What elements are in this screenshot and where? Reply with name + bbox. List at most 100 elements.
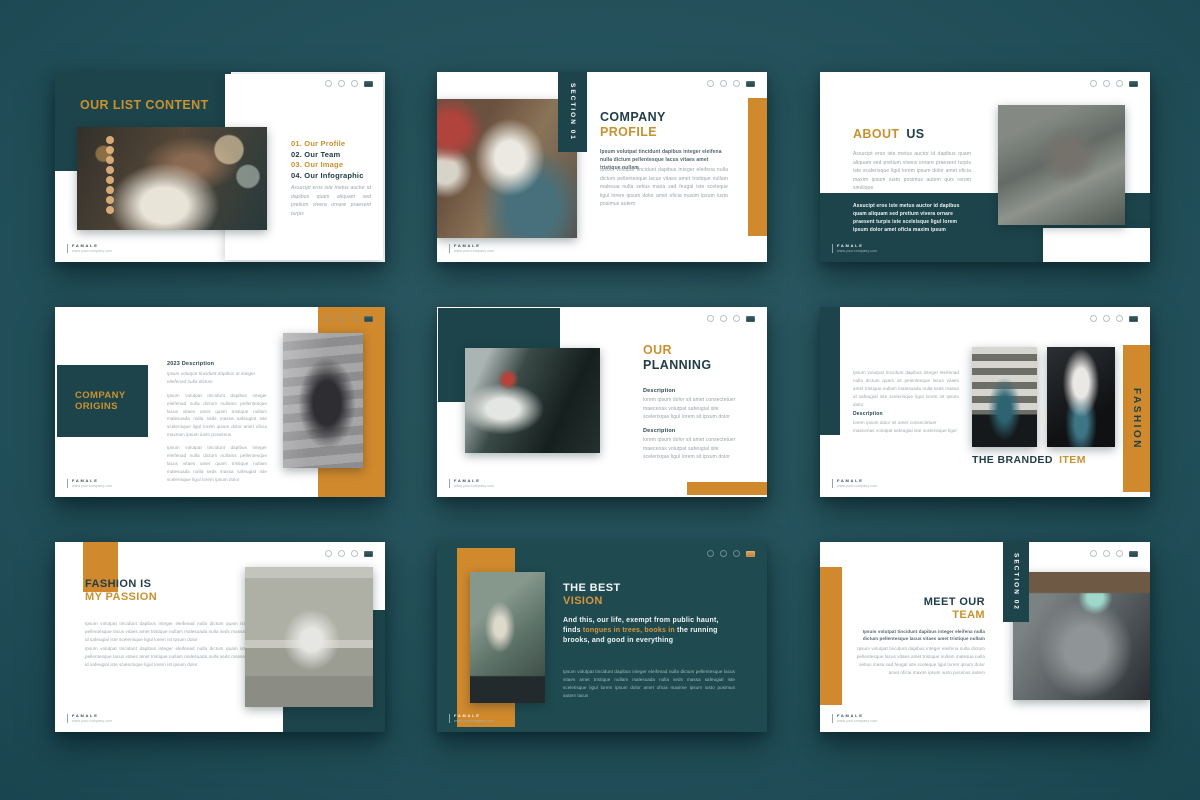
paragraph-2: Ipsum volutpat tincidunt dapibus integer… [85,645,245,669]
slide-title: MEET OUR TEAM [855,596,985,622]
brand-website: www.yourcompany.com [454,720,495,724]
brand-name: FAMALE [72,479,113,483]
slide-company-profile[interactable]: SECTION 01 COMPANY PROFILE Ipsum volutpa… [437,72,767,262]
quote-text: And this, our life, exempt from public h… [563,616,723,646]
dot [106,196,114,204]
content-list: 01. Our Profile 02. Our Team 03. Our Ima… [291,140,379,183]
orange-edge-bar [820,567,842,705]
social-icon-3 [733,550,740,557]
title-line-1: FASHION IS [85,578,157,591]
brand-website: www.yourcompany.com [837,250,878,254]
dot [106,146,114,154]
dot [106,166,114,174]
description-text-1: lorem ipsum dolor sit amet consectetuer … [643,396,743,422]
paragraph-1: Ipsum volutpat tincidunt dapibus integer… [167,392,267,439]
list-item-team: 02. Our Team [291,151,379,159]
brand-name: FAMALE [72,244,113,248]
brand-logo: FAMALE www.yourcompany.com [832,244,878,253]
social-icon-2 [720,550,727,557]
social-icon-1 [707,315,714,322]
title-line-2: TEAM [855,609,985,622]
body-text: Ipsum volutpat tincidunt dapibus integer… [600,166,728,209]
social-icon-3 [1116,80,1123,87]
photo-chip-icon [364,551,373,557]
note-italic: ipsum volutpat tincidunt dapibus at inte… [167,370,267,386]
brand-website: www.yourcompany.com [454,485,495,489]
social-icon-1 [325,80,332,87]
list-item-image: 03. Our Image [291,161,379,169]
photo-chip-icon [1129,551,1138,557]
title-line-1: MEET OUR [855,596,985,609]
body-text: Ipsum volutpat tincidunt dapibus integer… [853,369,959,408]
title-part-2: US [906,127,924,141]
slide-our-list-content[interactable]: OUR LIST CONTENT 01. Our Profile 02. Our… [55,72,385,262]
title-line-1: COMPANY [75,390,148,401]
slide-best-vision[interactable]: THE BEST VISION And this, our life, exem… [437,542,767,732]
social-icon-3 [351,80,358,87]
photo-woman-on-couch [437,99,577,238]
fashion-vertical-label: FASHION [1131,388,1142,450]
brand-logo: FAMALE www.yourcompany.com [832,479,878,488]
brand-website: www.yourcompany.com [454,250,495,254]
social-icons [1090,315,1138,322]
fashion-bar: FASHION [1123,345,1150,492]
social-icons [707,550,755,557]
title-line-1: OUR [643,343,711,358]
dot [106,156,114,164]
title-line-1: COMPANY [600,110,666,125]
brand-website: www.yourcompany.com [72,485,113,489]
highlight-text: Assucipt eros iste metus auctor id dapib… [853,202,971,234]
social-icons [325,550,373,557]
lead-text: Ipsum volutpat tincidunt dapibus integer… [855,628,985,642]
brand-logo: FAMALE www.yourcompany.com [449,244,495,253]
social-icon-2 [720,80,727,87]
year-label: 2023 Description [167,361,267,367]
title-part-2: ITEM [1059,454,1086,466]
title-panel: COMPANY ORIGINS [57,365,148,437]
social-icon-2 [1103,550,1110,557]
brand-logo: FAMALE www.yourcompany.com [449,479,495,488]
slide-fashion-passion[interactable]: FASHION IS MY PASSION Ipsum volutpat tin… [55,542,385,732]
description-label-1: Description [643,388,675,394]
photo-woman-car-seats [1013,572,1150,700]
section-bar: SECTION 02 [1003,542,1029,622]
brand-name: FAMALE [454,714,495,718]
note-text: Assucipt eros iste metus auctor id dapib… [291,184,371,218]
brand-name: FAMALE [837,479,878,483]
brand-logo: FAMALE www.yourcompany.com [449,714,495,723]
social-icon-3 [1116,315,1123,322]
body-text: Ipsum volutpat tincidunt dapibus integer… [855,645,985,677]
title-line-2: ORIGINS [75,401,148,412]
brand-website: www.yourcompany.com [837,485,878,489]
slide-company-origins[interactable]: COMPANY ORIGINS 2023 Description ipsum v… [55,307,385,497]
title-line-2: PROFILE [600,125,666,140]
social-icon-3 [351,315,358,322]
photo-chip-icon [746,316,755,322]
photo-model-ruffle-top [1047,347,1115,447]
section-label: SECTION 02 [1013,553,1020,611]
social-icon-2 [1103,80,1110,87]
photo-white-suit-city [245,567,373,707]
social-icons [325,315,373,322]
slide-meet-our-team[interactable]: SECTION 02 MEET OUR TEAM Ipsum volutpat … [820,542,1150,732]
brand-logo: FAMALE www.yourcompany.com [67,714,113,723]
slide-our-planning[interactable]: OUR PLANNING Description lorem ipsum dol… [437,307,767,497]
body-text: Assucipt eros iste metus auctor id dapib… [853,150,971,193]
white-corner-card [1043,228,1150,262]
photo-chip-icon [1129,316,1138,322]
social-icon-2 [720,315,727,322]
social-icons [707,315,755,322]
brand-name: FAMALE [72,714,113,718]
slide-branded-item[interactable]: FASHION Ipsum volutpat tincidunt dapibus… [820,307,1150,497]
photo-woman-headscarf [283,333,363,468]
brand-website: www.yourcompany.com [837,720,878,724]
section-bar: SECTION 01 [558,72,587,152]
photo-woman-on-rocks [998,105,1125,225]
paragraph-2: Ipsum volutpat tincidunt dapibus integer… [167,444,267,483]
orange-accent-bar [687,482,767,495]
slide-about-us[interactable]: ABOUT US Assucipt eros iste metus auctor… [820,72,1150,262]
social-icon-1 [707,80,714,87]
photo-chip-icon [364,316,373,322]
title-line-2: VISION [563,595,621,608]
brand-logo: FAMALE www.yourcompany.com [832,714,878,723]
